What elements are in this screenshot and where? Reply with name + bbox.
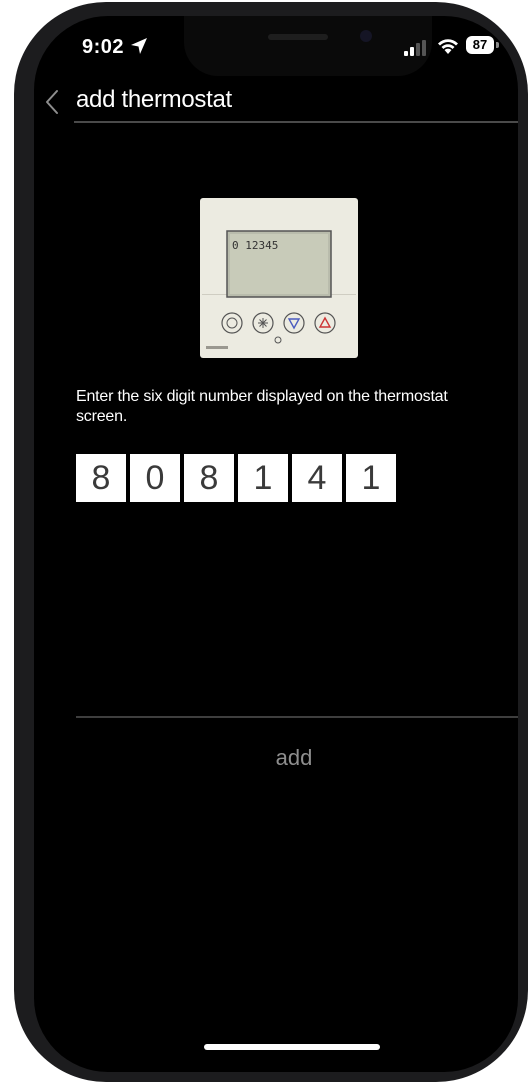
page-title: add thermostat (76, 86, 232, 113)
instruction-text: Enter the six digit number displayed on … (76, 388, 448, 425)
status-time: 9:02 (82, 36, 125, 58)
code-digit-5[interactable]: 4 (292, 454, 342, 502)
notch (184, 16, 432, 76)
battery-level: 87 (472, 37, 488, 52)
speaker-grille (268, 34, 328, 40)
code-digit-2[interactable]: 0 (130, 454, 180, 502)
battery-cap (496, 42, 499, 48)
thermostat-display-digits: 0 12345 (232, 239, 278, 252)
footer-divider (76, 716, 518, 718)
app-screen: 9:02 87 add thermostat 0 12345 Enter the… (34, 16, 518, 1072)
code-input: 8 0 8 1 4 1 (76, 454, 396, 502)
thermostat-image: 0 12345 (200, 198, 358, 358)
chevron-left-icon[interactable] (44, 88, 60, 116)
location-arrow-icon (131, 38, 147, 54)
code-digit-3[interactable]: 8 (184, 454, 234, 502)
header-divider (74, 121, 518, 123)
phone-frame: 9:02 87 add thermostat 0 12345 Enter the… (14, 2, 528, 1082)
cellular-signal-icon (404, 40, 426, 56)
front-camera (360, 30, 372, 42)
code-digit-6[interactable]: 1 (346, 454, 396, 502)
wifi-icon (438, 39, 458, 54)
code-digit-4[interactable]: 1 (238, 454, 288, 502)
home-indicator[interactable] (204, 1044, 380, 1050)
add-button[interactable]: add (234, 740, 354, 776)
code-digit-1[interactable]: 8 (76, 454, 126, 502)
battery-icon: 87 (466, 36, 494, 54)
